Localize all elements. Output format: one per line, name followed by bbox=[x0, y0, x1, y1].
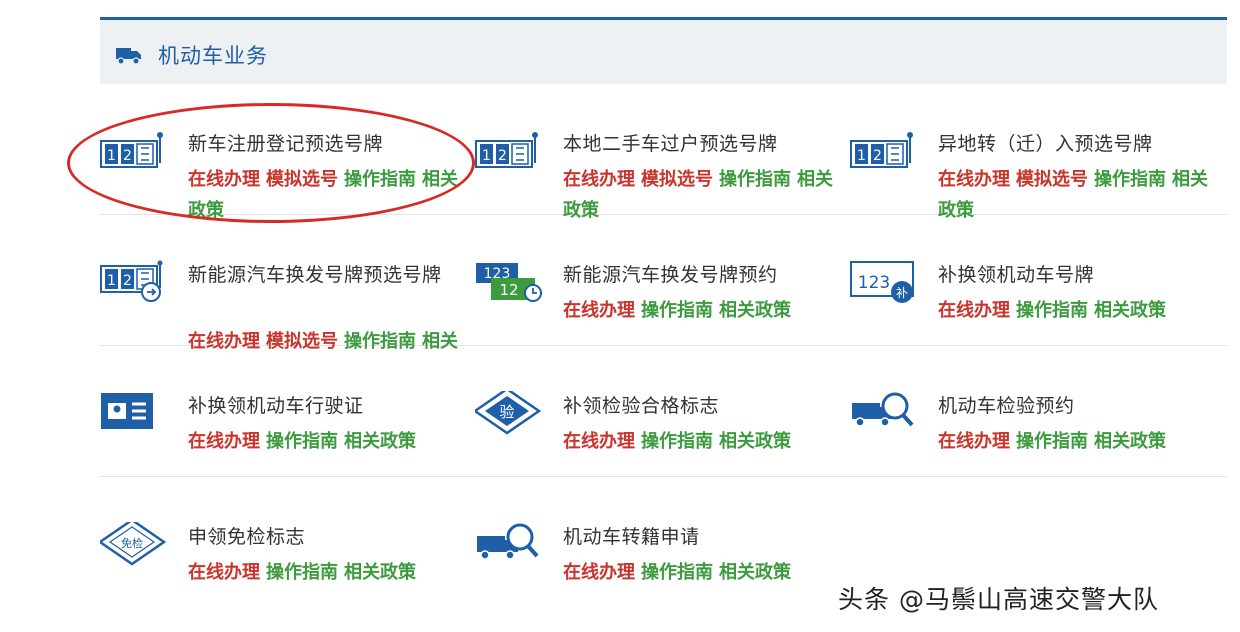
link-online-apply[interactable]: 在线办理 bbox=[563, 169, 635, 190]
service-title: 新能源汽车换发号牌预选号牌 bbox=[188, 264, 442, 286]
svg-text:补: 补 bbox=[896, 286, 908, 300]
link-policy[interactable]: 相关政策 bbox=[344, 431, 416, 452]
link-online-apply[interactable]: 在线办理 bbox=[188, 431, 260, 452]
link-online-apply[interactable]: 在线办理 bbox=[938, 431, 1010, 452]
service-links: 在线办理 操作指南 相关政策 bbox=[563, 426, 848, 457]
service-title: 新能源汽车换发号牌预约 bbox=[563, 264, 778, 286]
service-links: 在线办理 操作指南 相关政策 bbox=[938, 295, 1223, 326]
service-replace-vehicle-plate[interactable]: 123 补 补换领机动车号牌 在线办理 操作指南 相关政策 bbox=[850, 260, 1225, 370]
link-simulate-select[interactable]: 模拟选号 bbox=[641, 169, 713, 190]
service-local-used-car-plate-preselect[interactable]: 1 2 本地二手车过户预选号牌 在线办理 模拟选号 操作指南 相关政策 bbox=[475, 129, 850, 239]
service-title: 本地二手车过户预选号牌 bbox=[563, 133, 778, 155]
service-title: 机动车转籍申请 bbox=[563, 526, 700, 548]
link-guide[interactable]: 操作指南 bbox=[1016, 431, 1088, 452]
link-online-apply[interactable]: 在线办理 bbox=[188, 562, 260, 583]
service-new-energy-plate-preselect[interactable]: 1 2 新能源汽车换发号牌预选号牌 在线办理模拟选号操作指南相关政策 bbox=[100, 260, 475, 370]
vehicle-transfer-icon bbox=[475, 522, 545, 582]
vehicle-inspection-icon bbox=[850, 391, 920, 451]
plate-select-icon: 1 2 bbox=[475, 129, 545, 189]
service-title: 补换领机动车号牌 bbox=[938, 264, 1095, 286]
service-links: 在线办理 操作指南 相关政策 bbox=[188, 557, 473, 588]
svg-text:2: 2 bbox=[123, 148, 132, 164]
plate-appointment-icon: 123 12 bbox=[475, 260, 545, 320]
link-online-apply[interactable]: 在线办理 bbox=[563, 431, 635, 452]
service-title: 补领检验合格标志 bbox=[563, 395, 720, 417]
service-title: 异地转（迁）入预选号牌 bbox=[938, 133, 1153, 155]
section-title: 机动车业务 bbox=[158, 44, 268, 68]
link-policy[interactable]: 相关政策 bbox=[344, 562, 416, 583]
service-replace-driving-license[interactable]: 补换领机动车行驶证 在线办理 操作指南 相关政策 bbox=[100, 391, 475, 501]
link-guide[interactable]: 操作指南 bbox=[1016, 300, 1088, 321]
plate-select-icon: 1 2 bbox=[100, 129, 170, 189]
link-policy[interactable]: 相关政策 bbox=[719, 431, 791, 452]
section-header: 机动车业务 bbox=[100, 17, 1227, 84]
truck-icon bbox=[116, 46, 142, 68]
service-links: 在线办理模拟选号操作指南相关政策 bbox=[188, 164, 473, 218]
service-title: 新车注册登记预选号牌 bbox=[188, 133, 384, 155]
service-new-car-plate-preselect[interactable]: 1 2 新车注册登记预选号牌 在线办理 模拟选号 操作指南 相关政策 bbox=[100, 129, 475, 239]
plate-replace-icon: 123 补 bbox=[850, 260, 920, 320]
link-guide[interactable]: 操作指南 bbox=[266, 431, 338, 452]
svg-text:1: 1 bbox=[107, 148, 116, 164]
link-guide[interactable]: 操作指南 bbox=[641, 431, 713, 452]
service-links: 在线办理 操作指南 相关政策 bbox=[188, 426, 473, 457]
svg-text:1: 1 bbox=[107, 273, 116, 289]
service-links: 在线办理模拟选号操作指南相关政策 bbox=[563, 164, 848, 218]
svg-text:1: 1 bbox=[482, 148, 491, 164]
plate-refresh-icon: 1 2 bbox=[100, 260, 170, 320]
link-guide[interactable]: 操作指南 bbox=[266, 562, 338, 583]
link-simulate-select[interactable]: 模拟选号 bbox=[266, 331, 338, 349]
link-online-apply[interactable]: 在线办理 bbox=[938, 169, 1010, 190]
plate-select-icon: 1 2 bbox=[850, 129, 920, 189]
svg-text:2: 2 bbox=[873, 148, 882, 164]
svg-text:12: 12 bbox=[499, 281, 518, 299]
link-policy[interactable]: 相关政策 bbox=[719, 562, 791, 583]
service-links: 在线办理 操作指南 相关政策 bbox=[938, 426, 1223, 457]
service-vehicle-inspection-appointment[interactable]: 机动车检验预约 在线办理 操作指南 相关政策 bbox=[850, 391, 1225, 501]
service-new-energy-plate-appointment[interactable]: 123 12 新能源汽车换发号牌预约 在线办理 操作指南 相关政策 bbox=[475, 260, 850, 370]
svg-text:1: 1 bbox=[857, 148, 866, 164]
link-guide[interactable]: 操作指南 bbox=[641, 300, 713, 321]
svg-text:验: 验 bbox=[499, 403, 514, 421]
service-title: 补换领机动车行驶证 bbox=[188, 395, 364, 417]
link-online-apply[interactable]: 在线办理 bbox=[188, 331, 260, 349]
service-reissue-inspection-mark[interactable]: 验 补领检验合格标志 在线办理 操作指南 相关政策 bbox=[472, 387, 850, 501]
link-guide[interactable]: 操作指南 bbox=[719, 169, 791, 190]
link-guide[interactable]: 操作指南 bbox=[344, 331, 416, 349]
service-out-of-town-plate-preselect[interactable]: 1 2 异地转（迁）入预选号牌 在线办理 模拟选号 操作指南 相关政策 bbox=[850, 129, 1225, 239]
link-simulate-select[interactable]: 模拟选号 bbox=[1016, 169, 1088, 190]
service-title: 机动车检验预约 bbox=[938, 395, 1075, 417]
link-guide[interactable]: 操作指南 bbox=[1094, 169, 1166, 190]
svg-text:123: 123 bbox=[858, 273, 890, 293]
svg-text:2: 2 bbox=[498, 148, 507, 164]
link-guide[interactable]: 操作指南 bbox=[641, 562, 713, 583]
watermark: 头条 @马鬃山高速交警大队 bbox=[838, 585, 1159, 614]
link-online-apply[interactable]: 在线办理 bbox=[938, 300, 1010, 321]
link-policy[interactable]: 相关政策 bbox=[1094, 300, 1166, 321]
service-links: 在线办理 操作指南 相关政策 bbox=[563, 557, 848, 588]
link-guide[interactable]: 操作指南 bbox=[344, 169, 416, 190]
link-online-apply[interactable]: 在线办理 bbox=[188, 169, 260, 190]
license-card-icon bbox=[100, 391, 170, 451]
service-links: 在线办理模拟选号操作指南相关政策 bbox=[938, 164, 1223, 218]
inspection-badge-icon: 验 bbox=[472, 387, 545, 451]
link-online-apply[interactable]: 在线办理 bbox=[563, 300, 635, 321]
service-links: 在线办理 操作指南 相关政策 bbox=[563, 295, 848, 326]
service-links: 在线办理模拟选号操作指南相关政策 bbox=[188, 326, 473, 349]
link-simulate-select[interactable]: 模拟选号 bbox=[266, 169, 338, 190]
service-vehicle-transfer[interactable]: 机动车转籍申请 在线办理 操作指南 相关政策 bbox=[475, 522, 850, 632]
service-apply-exemption-mark[interactable]: 免检 申领免检标志 在线办理 操作指南 相关政策 bbox=[97, 518, 475, 632]
service-title: 申领免检标志 bbox=[188, 526, 306, 548]
link-policy[interactable]: 相关政策 bbox=[1094, 431, 1166, 452]
svg-text:免检: 免检 bbox=[121, 536, 143, 550]
link-policy[interactable]: 相关政策 bbox=[719, 300, 791, 321]
link-online-apply[interactable]: 在线办理 bbox=[563, 562, 635, 583]
exemption-badge-icon: 免检 bbox=[97, 518, 170, 582]
svg-text:2: 2 bbox=[123, 273, 132, 289]
